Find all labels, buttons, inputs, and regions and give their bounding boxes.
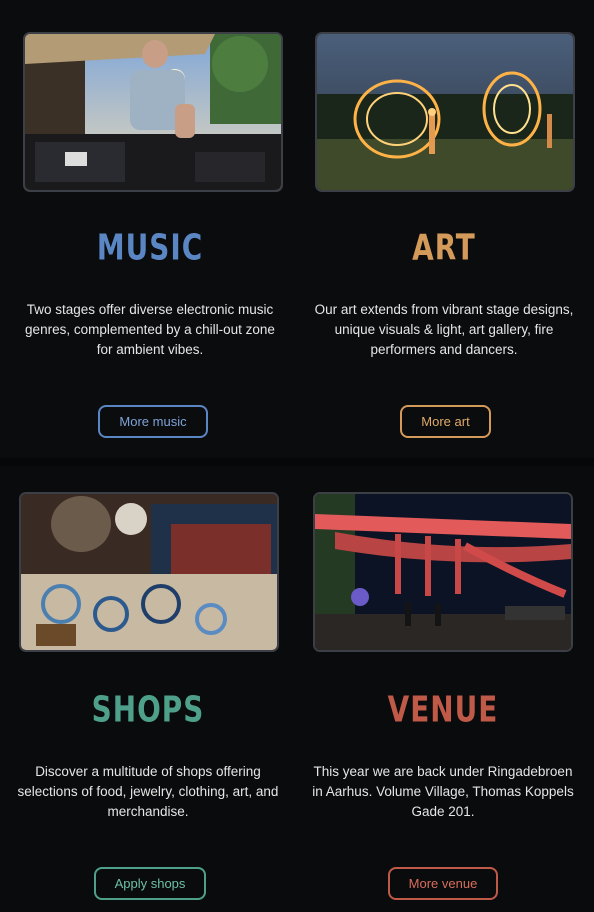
more-art-button[interactable]: More art	[400, 405, 491, 438]
music-title: MUSIC	[96, 227, 204, 269]
art-fire-performers-photo	[315, 32, 575, 192]
card-music: MUSIC Two stages offer diverse electroni…	[19, 0, 283, 460]
shops-description: Discover a multitude of shops offering s…	[17, 764, 279, 819]
card-art: ART Our art extends from vibrant stage d…	[313, 0, 575, 460]
shops-jewelry-stall-photo	[19, 492, 279, 652]
venue-description: This year we are back under Ringadebroen…	[312, 764, 574, 819]
card-venue: VENUE This year we are back under Ringad…	[312, 466, 574, 912]
shops-title: SHOPS	[91, 689, 205, 731]
art-title: ART	[412, 227, 476, 269]
venue-title: VENUE	[387, 689, 499, 731]
art-description: Our art extends from vibrant stage desig…	[314, 302, 574, 357]
music-description: Two stages offer diverse electronic musi…	[25, 302, 275, 357]
venue-bridge-photo	[313, 492, 573, 652]
card-shops: SHOPS Discover a multitude of shops offe…	[17, 466, 279, 912]
music-dj-photo	[23, 32, 283, 192]
more-venue-button[interactable]: More venue	[388, 867, 498, 900]
more-music-button[interactable]: More music	[98, 405, 208, 438]
apply-shops-button[interactable]: Apply shops	[94, 867, 206, 900]
